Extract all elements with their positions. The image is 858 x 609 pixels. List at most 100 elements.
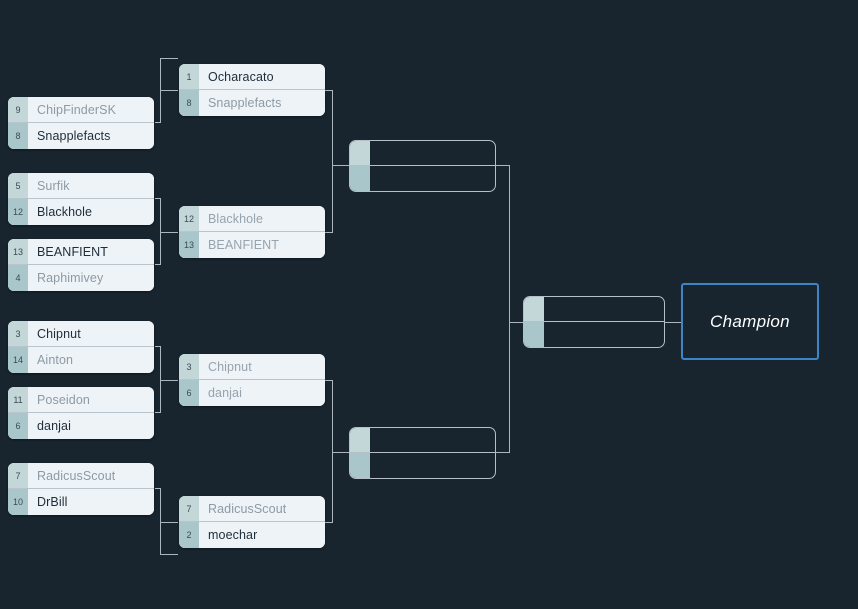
match-slot-top[interactable]: 9 ChipFinderSK — [8, 97, 154, 123]
match-r1m6[interactable]: 7 RadicusScout 10 DrBill — [8, 463, 154, 515]
match-slot-top[interactable] — [350, 428, 495, 453]
connector-r2m4-stub — [325, 522, 333, 523]
connector-sf2-stub — [496, 452, 510, 453]
connector-r1m1-bottom-stub — [155, 122, 161, 123]
match-slot-bottom[interactable]: 2 moechar — [179, 522, 325, 548]
seed-number — [350, 166, 370, 191]
match-r2m1[interactable]: 1 Ocharacato 8 Snapplefacts — [179, 64, 325, 116]
seed-number: 8 — [179, 90, 199, 116]
match-final[interactable] — [523, 296, 665, 348]
match-slot-bottom[interactable]: 10 DrBill — [8, 489, 154, 515]
seed-number: 12 — [8, 199, 28, 225]
seed-number: 1 — [179, 64, 199, 89]
match-slot-top[interactable]: 11 Poseidon — [8, 387, 154, 413]
match-r1m2[interactable]: 5 Surfik 12 Blackhole — [8, 173, 154, 225]
seed-number: 6 — [8, 413, 28, 439]
match-slot-bottom[interactable]: 8 Snapplefacts — [179, 90, 325, 116]
connector-final-to-champion — [665, 322, 682, 323]
connector-r1m1-top-stub — [160, 58, 178, 59]
player-name: Chipnut — [208, 359, 252, 374]
seed-number: 5 — [8, 173, 28, 198]
seed-number: 7 — [179, 496, 199, 521]
seed-number — [350, 141, 370, 165]
player-name: Raphimivey — [37, 271, 104, 285]
seed-number: 3 — [179, 354, 199, 379]
connector-r1m6-stub — [155, 488, 161, 489]
match-slot-top[interactable]: 13 BEANFIENT — [8, 239, 154, 265]
seed-number — [350, 453, 370, 478]
match-slot-bottom[interactable]: 12 Blackhole — [8, 199, 154, 225]
seed-number: 3 — [8, 321, 28, 346]
match-slot-top[interactable]: 5 Surfik — [8, 173, 154, 199]
connector-r1m4-stub — [155, 346, 161, 347]
player-name: Snapplefacts — [37, 129, 111, 143]
connector-r1m2m3-vertical — [160, 198, 161, 264]
match-slot-top[interactable]: 1 Ocharacato — [179, 64, 325, 90]
player-name: Blackhole — [37, 205, 93, 219]
connector-sf-out — [509, 322, 524, 323]
connector-r2m1m2-vertical — [332, 90, 333, 233]
seed-number: 11 — [8, 387, 28, 412]
seed-number: 7 — [8, 463, 28, 488]
connector-r2m3m4-out — [332, 452, 349, 453]
player-name: Ainton — [37, 353, 74, 367]
connector-r2m3-stub — [325, 380, 333, 381]
match-r2m2[interactable]: 12 Blackhole 13 BEANFIENT — [179, 206, 325, 258]
match-slot-bottom[interactable]: 14 Ainton — [8, 347, 154, 373]
seed-number: 8 — [8, 123, 28, 149]
match-r1m1[interactable]: 9 ChipFinderSK 8 Snapplefacts — [8, 97, 154, 149]
match-slot-bottom[interactable]: 13 BEANFIENT — [179, 232, 325, 258]
match-r2m4[interactable]: 7 RadicusScout 2 moechar — [179, 496, 325, 548]
player-name: Chipnut — [37, 326, 81, 341]
match-r1m3[interactable]: 13 BEANFIENT 4 Raphimivey — [8, 239, 154, 291]
connector-r1m2-stub — [155, 198, 161, 199]
connector-r2m2-stub — [325, 232, 333, 233]
match-slot-top[interactable]: 7 RadicusScout — [8, 463, 154, 489]
champion-box[interactable]: Champion — [681, 283, 819, 360]
seed-number — [524, 297, 544, 321]
match-slot-bottom[interactable]: 8 Snapplefacts — [8, 123, 154, 149]
player-name: Blackhole — [208, 211, 264, 226]
player-name: Snapplefacts — [208, 96, 282, 110]
seed-number: 4 — [8, 265, 28, 291]
seed-number: 13 — [179, 232, 199, 258]
connector-r1m6-out — [160, 522, 178, 523]
match-r1m5[interactable]: 11 Poseidon 6 danjai — [8, 387, 154, 439]
connector-r1m4m5-vertical — [160, 346, 161, 412]
match-slot-bottom[interactable]: 6 danjai — [8, 413, 154, 439]
player-name: RadicusScout — [37, 468, 116, 483]
match-sf2[interactable] — [349, 427, 496, 479]
connector-r2m1-stub — [325, 90, 333, 91]
player-name: Surfik — [37, 178, 70, 193]
player-name: BEANFIENT — [37, 244, 109, 259]
seed-number: 14 — [8, 347, 28, 373]
match-sf1[interactable] — [349, 140, 496, 192]
tournament-bracket: 9 ChipFinderSK 8 Snapplefacts 5 Surfik 1… — [0, 0, 858, 609]
match-slot-bottom[interactable] — [350, 453, 495, 478]
seed-number — [524, 322, 544, 347]
player-name: Poseidon — [37, 392, 90, 407]
champion-label: Champion — [710, 311, 790, 331]
connector-r1m4m5-out — [160, 380, 178, 381]
match-slot-top[interactable] — [350, 141, 495, 166]
player-name: Ocharacato — [208, 69, 274, 84]
match-slot-top[interactable]: 7 RadicusScout — [179, 496, 325, 522]
match-slot-top[interactable]: 3 Chipnut — [179, 354, 325, 380]
match-slot-top[interactable]: 12 Blackhole — [179, 206, 325, 232]
match-r1m4[interactable]: 3 Chipnut 14 Ainton — [8, 321, 154, 373]
match-slot-top[interactable]: 3 Chipnut — [8, 321, 154, 347]
seed-number: 2 — [179, 522, 199, 548]
seed-number: 10 — [8, 489, 28, 515]
match-slot-bottom[interactable]: 6 danjai — [179, 380, 325, 406]
match-slot-top[interactable] — [524, 297, 664, 322]
connector-sf-vertical — [509, 165, 510, 453]
match-r2m3[interactable]: 3 Chipnut 6 danjai — [179, 354, 325, 406]
match-slot-bottom[interactable] — [524, 322, 664, 347]
match-slot-bottom[interactable]: 4 Raphimivey — [8, 265, 154, 291]
connector-r1m1-out — [160, 90, 178, 91]
match-slot-bottom[interactable] — [350, 166, 495, 191]
seed-number: 12 — [179, 206, 199, 231]
connector-r1m2m3-out — [160, 232, 178, 233]
connector-r1m6-vertical — [160, 488, 161, 554]
player-name: moechar — [208, 528, 258, 542]
